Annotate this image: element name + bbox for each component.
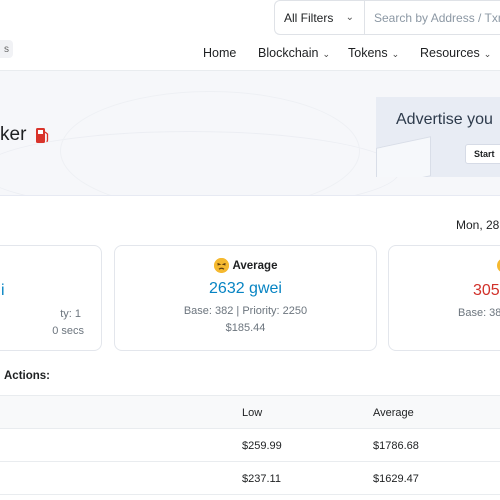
logo-fragment[interactable]: s [0, 40, 13, 58]
column-header-low: Low [242, 407, 263, 419]
nav-item-blockchain[interactable]: Blockchain ⌄ [258, 46, 330, 60]
advertise-banner[interactable]: Advertise you Start [376, 97, 500, 177]
nav-item-tokens[interactable]: Tokens ⌄ [348, 46, 399, 60]
page-title: ker [0, 124, 49, 146]
ad-start-button[interactable]: Start [465, 144, 500, 164]
gas-card-average: Average 2632 gwei Base: 382 | Priority: … [114, 245, 377, 351]
gas-cost: $185.44 [225, 322, 266, 334]
filter-dropdown[interactable]: All Filters ⌄ [274, 0, 364, 35]
table-row: $237.11 $1629.47 [0, 462, 500, 495]
card-label: Average [115, 258, 376, 273]
filter-label: All Filters [284, 10, 334, 25]
search-input[interactable]: Search by Address / Txn H [364, 0, 500, 35]
chevron-down-icon: ⌄ [391, 49, 400, 59]
chevron-down-icon: ⌄ [322, 49, 330, 59]
top-search-bar: All Filters ⌄ Search by Address / Txn H [0, 0, 500, 36]
gas-value: i [1, 282, 5, 299]
gas-value: 305 [473, 282, 500, 299]
gas-value: 2632 gwei [209, 280, 282, 297]
gas-detail: Base: 382 | Priority: 2250 [183, 305, 308, 317]
table-header: Low Average [0, 395, 500, 429]
gas-card-high: 305 Base: 38 [388, 245, 500, 351]
nav-item-home[interactable]: Home [203, 46, 236, 60]
nav-item-resources[interactable]: Resources ⌄ [420, 46, 491, 60]
actions-heading: Actions: [4, 370, 50, 382]
face-emoji-icon [213, 258, 229, 273]
gas-pump-icon [35, 127, 49, 144]
ad-text: Advertise you [396, 111, 493, 128]
gas-time: 0 secs [52, 325, 84, 337]
cell-low: $237.11 [242, 473, 281, 485]
gas-detail: Base: 38 [458, 307, 500, 319]
chevron-down-icon: ⌄ [483, 49, 492, 59]
cell-low: $259.99 [242, 440, 282, 452]
column-header-average: Average [373, 407, 414, 419]
search-placeholder: Search by Address / Txn H [374, 10, 500, 25]
hero-decoration [60, 91, 360, 195]
chevron-down-icon: ⌄ [345, 12, 354, 23]
gas-card-low: i ty: 1 0 secs [0, 245, 102, 351]
ad-decoration [376, 136, 431, 177]
cell-average: $1786.68 [373, 440, 419, 452]
date-label: Mon, 28 [456, 218, 500, 232]
table-row: $259.99 $1786.68 [0, 429, 500, 462]
cell-average: $1629.47 [373, 473, 419, 485]
gas-detail: ty: 1 [60, 308, 81, 320]
